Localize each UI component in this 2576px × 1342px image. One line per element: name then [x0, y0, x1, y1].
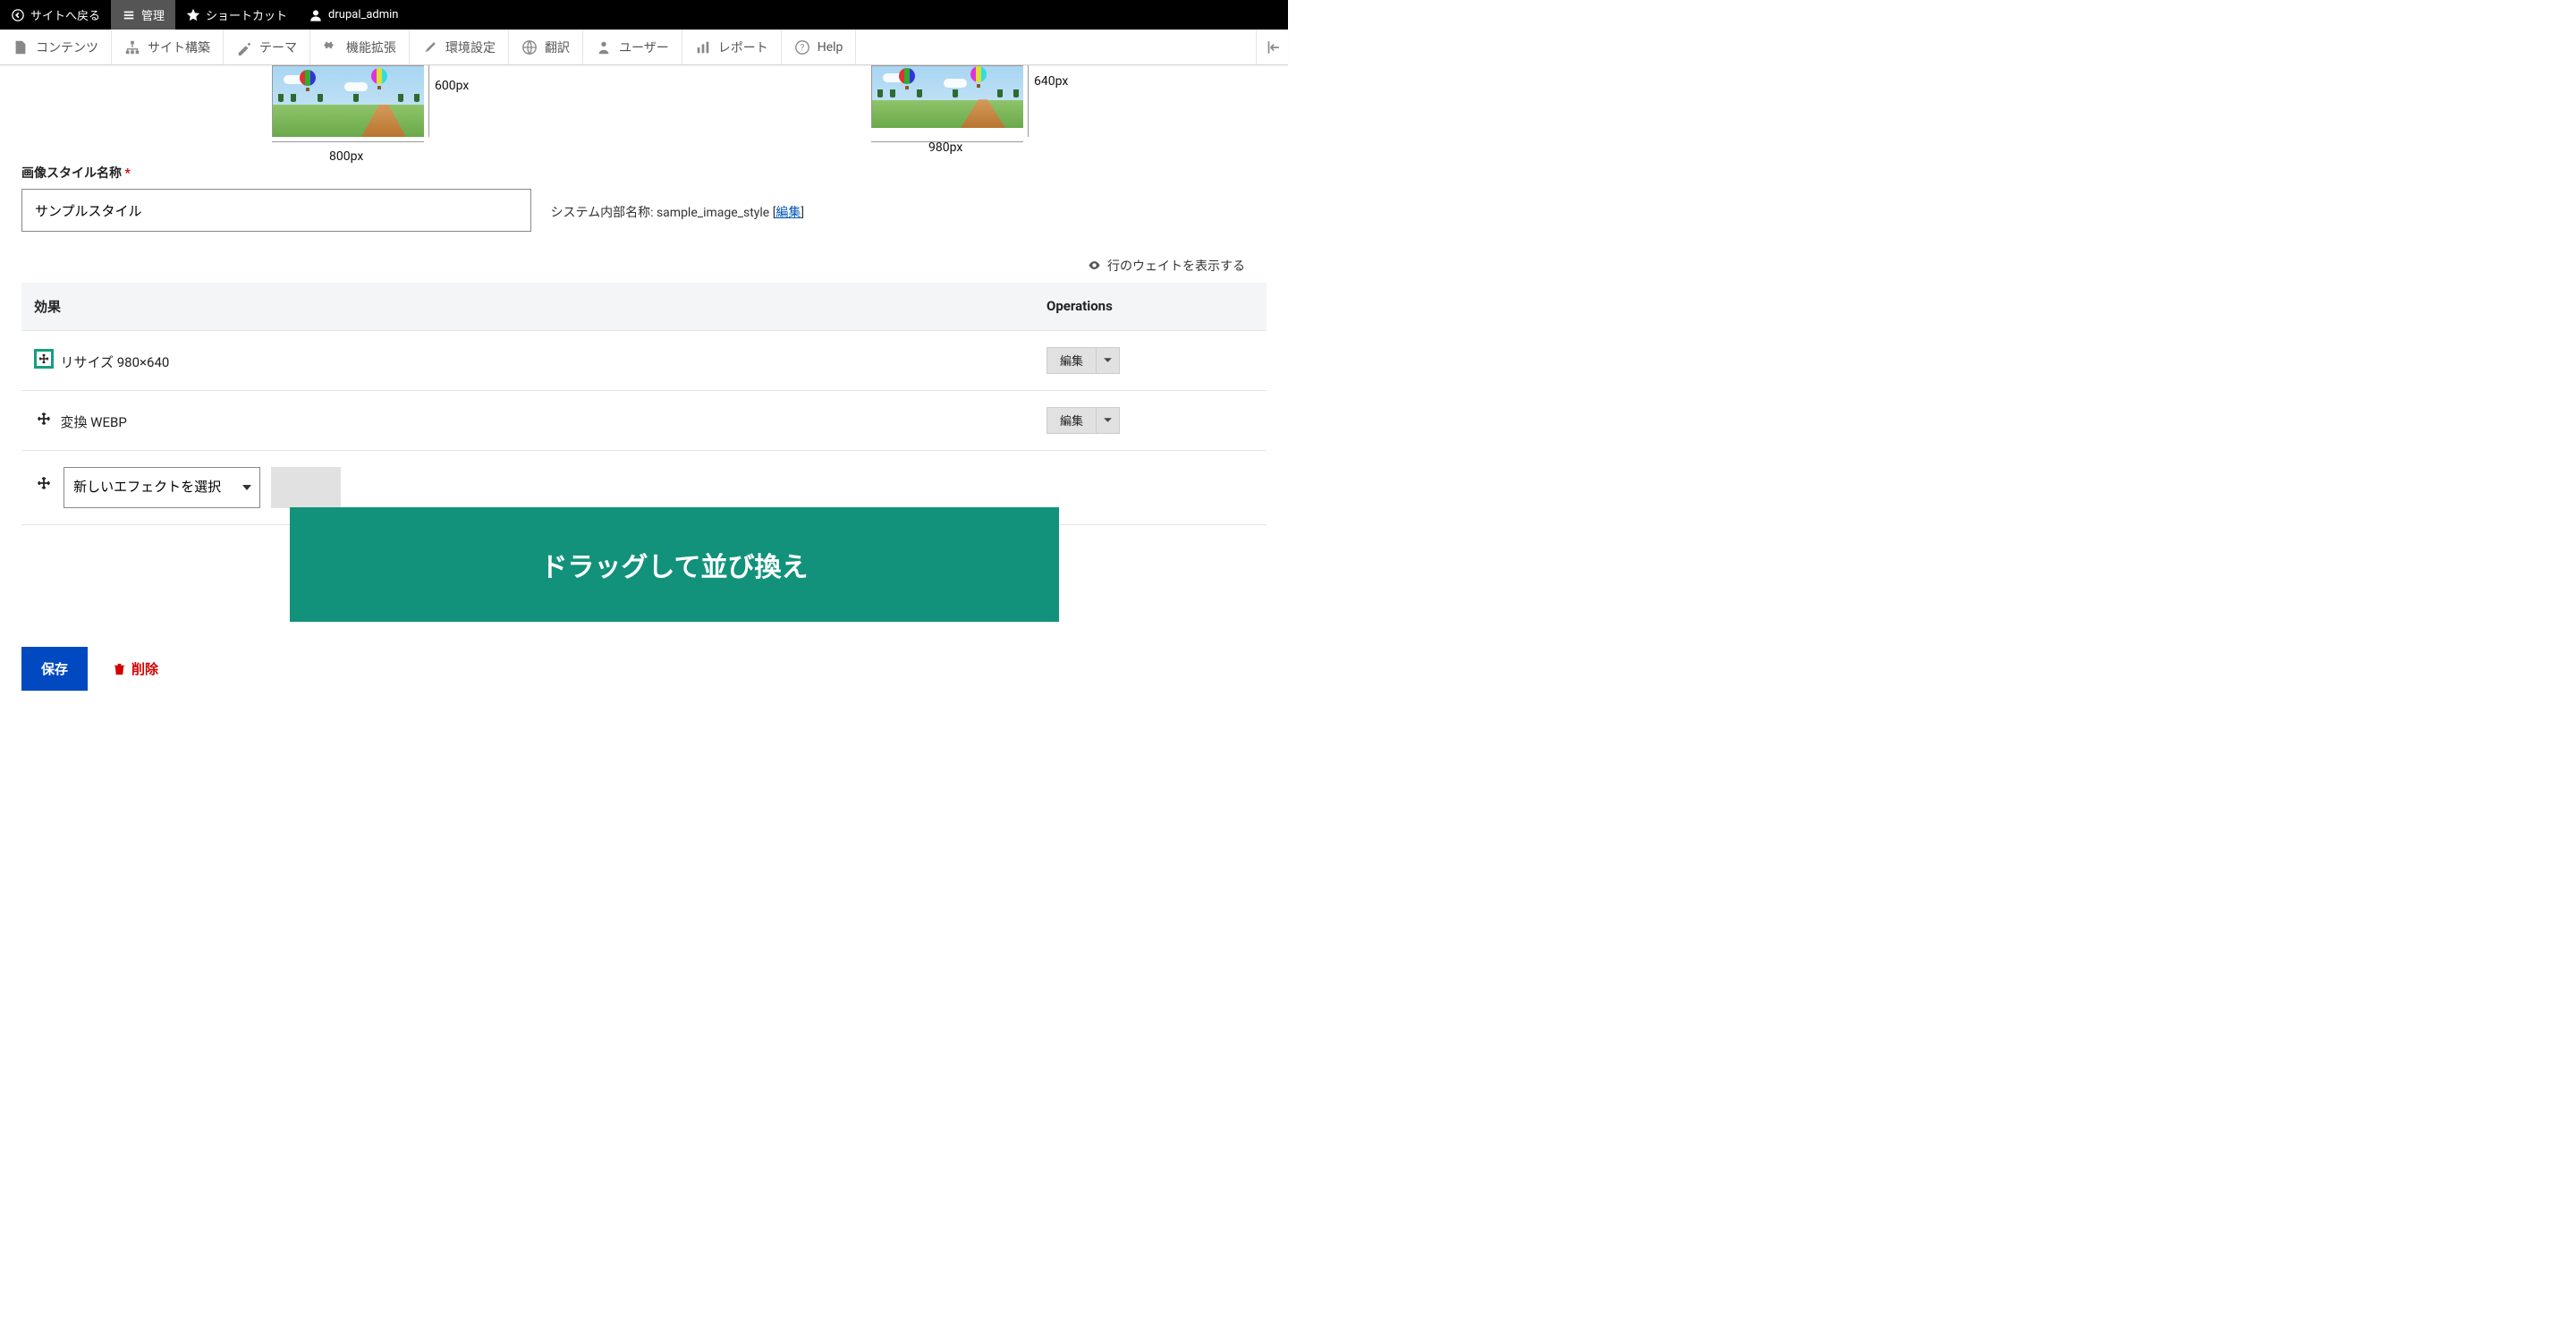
people-icon: [596, 39, 612, 55]
save-button[interactable]: 保存: [21, 647, 88, 691]
back-icon: [11, 8, 25, 22]
move-icon: [36, 411, 52, 427]
preview-styled: 640px 980px: [871, 65, 1023, 137]
trash-icon: [113, 662, 126, 675]
drag-handle[interactable]: [34, 473, 54, 493]
effect-label: 変換 WEBP: [60, 414, 126, 430]
machine-name-value: sample_image_style: [657, 206, 769, 220]
help-icon: ?: [794, 39, 810, 55]
effect-label: リサイズ 980×640: [60, 354, 169, 370]
drag-handle[interactable]: [34, 349, 54, 369]
style-name-label: 画像スタイル名称 *: [21, 164, 1267, 182]
menu-reports-label: レポート: [718, 38, 768, 56]
menu-help[interactable]: ? Help: [782, 30, 857, 64]
style-name-label-text: 画像スタイル名称: [21, 166, 122, 181]
svg-text:?: ?: [800, 43, 804, 53]
manage-label: 管理: [141, 6, 165, 23]
effect-operations: 編集: [1046, 347, 1120, 374]
new-effect-select[interactable]: 新しいエフェクトを選択: [64, 467, 260, 508]
style-name-input[interactable]: [21, 189, 531, 232]
move-icon: [38, 351, 50, 367]
reports-icon: [695, 39, 711, 55]
chevron-down-icon: [1103, 415, 1113, 425]
menu-help-label: Help: [818, 40, 843, 55]
extend-icon: [323, 39, 339, 55]
style-name-section: 画像スタイル名称 * システム内部名称: sample_image_style …: [21, 164, 1267, 232]
menu-people-label: ユーザー: [619, 38, 669, 56]
user-label: drupal_admin: [328, 8, 398, 21]
eye-icon: [1088, 259, 1101, 276]
menu-translate[interactable]: 翻訳: [509, 30, 583, 64]
structure-icon: [124, 39, 140, 55]
star-icon: [186, 8, 200, 22]
table-row: 変換 WEBP 編集: [21, 390, 1267, 450]
preview-row: 600px 800px 640px 980px: [272, 65, 1267, 137]
table-header-row: 効果 Operations: [21, 283, 1267, 331]
machine-name-wrap: システム内部名称: sample_image_style [編集]: [550, 203, 804, 221]
menu-content-label: コンテンツ: [36, 38, 98, 56]
form-actions: 保存 削除: [21, 647, 1267, 691]
operations-dropdown[interactable]: [1096, 348, 1119, 373]
hamburger-icon: [122, 8, 136, 22]
menu-extend-label: 機能拡張: [346, 38, 396, 56]
preview-original: 600px 800px: [272, 65, 424, 137]
collapse-icon: [1265, 39, 1281, 55]
col-operations: Operations: [1034, 283, 1267, 331]
menu-config-label: 環境設定: [445, 38, 496, 56]
back-to-site[interactable]: サイトへ戻る: [0, 0, 111, 30]
user-icon: [309, 8, 323, 22]
menu-people[interactable]: ユーザー: [583, 30, 682, 64]
required-mark: *: [122, 166, 131, 181]
menu-extend[interactable]: 機能拡張: [310, 30, 410, 64]
preview-original-image: [272, 65, 424, 137]
back-label: サイトへ戻る: [30, 6, 100, 23]
preview-original-width: 800px: [329, 149, 363, 164]
user-menu[interactable]: drupal_admin: [298, 0, 409, 30]
machine-name-edit-link[interactable]: 編集: [775, 206, 801, 220]
col-effect: 効果: [21, 283, 1034, 331]
config-icon: [422, 39, 438, 55]
effects-table: 効果 Operations リサイズ 980×640 編集: [21, 283, 1267, 525]
drag-handle[interactable]: [34, 409, 54, 429]
menu-appearance-label: テーマ: [259, 38, 297, 56]
collapse-toolbar[interactable]: [1256, 30, 1288, 64]
preview-styled-image: [871, 65, 1023, 128]
operations-dropdown[interactable]: [1096, 408, 1119, 433]
preview-styled-width: 980px: [928, 140, 962, 155]
edit-effect-button[interactable]: 編集: [1047, 352, 1096, 369]
topbar: サイトへ戻る 管理 ショートカット drupal_admin: [0, 0, 1288, 30]
menu-config[interactable]: 環境設定: [410, 30, 509, 64]
table-row: リサイズ 980×640 編集: [21, 330, 1267, 390]
preview-original-height: 600px: [435, 79, 469, 93]
admin-menu: コンテンツ サイト構築 テーマ 機能拡張 環境設定 翻訳 ユーザー レポート ?…: [0, 30, 1288, 65]
shortcut-label: ショートカット: [206, 6, 287, 23]
spacer: [856, 30, 1256, 64]
preview-styled-height: 640px: [1034, 74, 1068, 89]
shortcut-menu[interactable]: ショートカット: [175, 0, 298, 30]
content-icon: [13, 39, 29, 55]
menu-translate-label: 翻訳: [545, 38, 570, 56]
menu-appearance[interactable]: テーマ: [224, 30, 310, 64]
chevron-down-icon: [1103, 355, 1113, 365]
manage-toggle[interactable]: 管理: [111, 0, 175, 30]
delete-label: 削除: [131, 659, 158, 678]
add-effect-button[interactable]: [271, 467, 341, 508]
menu-structure-label: サイト構築: [148, 38, 210, 56]
effect-operations: 編集: [1046, 407, 1120, 434]
machine-name-label: システム内部名称:: [550, 206, 653, 220]
menu-content[interactable]: コンテンツ: [0, 30, 112, 64]
edit-effect-button[interactable]: 編集: [1047, 412, 1096, 429]
show-row-weights[interactable]: 行のウェイトを表示する: [21, 257, 1245, 276]
show-row-weights-label: 行のウェイトを表示する: [1107, 259, 1245, 274]
globe-icon: [521, 39, 538, 55]
callout-banner: ドラッグして並び換え: [290, 507, 1059, 622]
appearance-icon: [236, 39, 252, 55]
delete-link[interactable]: 削除: [113, 659, 158, 678]
menu-structure[interactable]: サイト構築: [112, 30, 224, 64]
menu-reports[interactable]: レポート: [682, 30, 782, 64]
move-icon: [36, 475, 52, 491]
